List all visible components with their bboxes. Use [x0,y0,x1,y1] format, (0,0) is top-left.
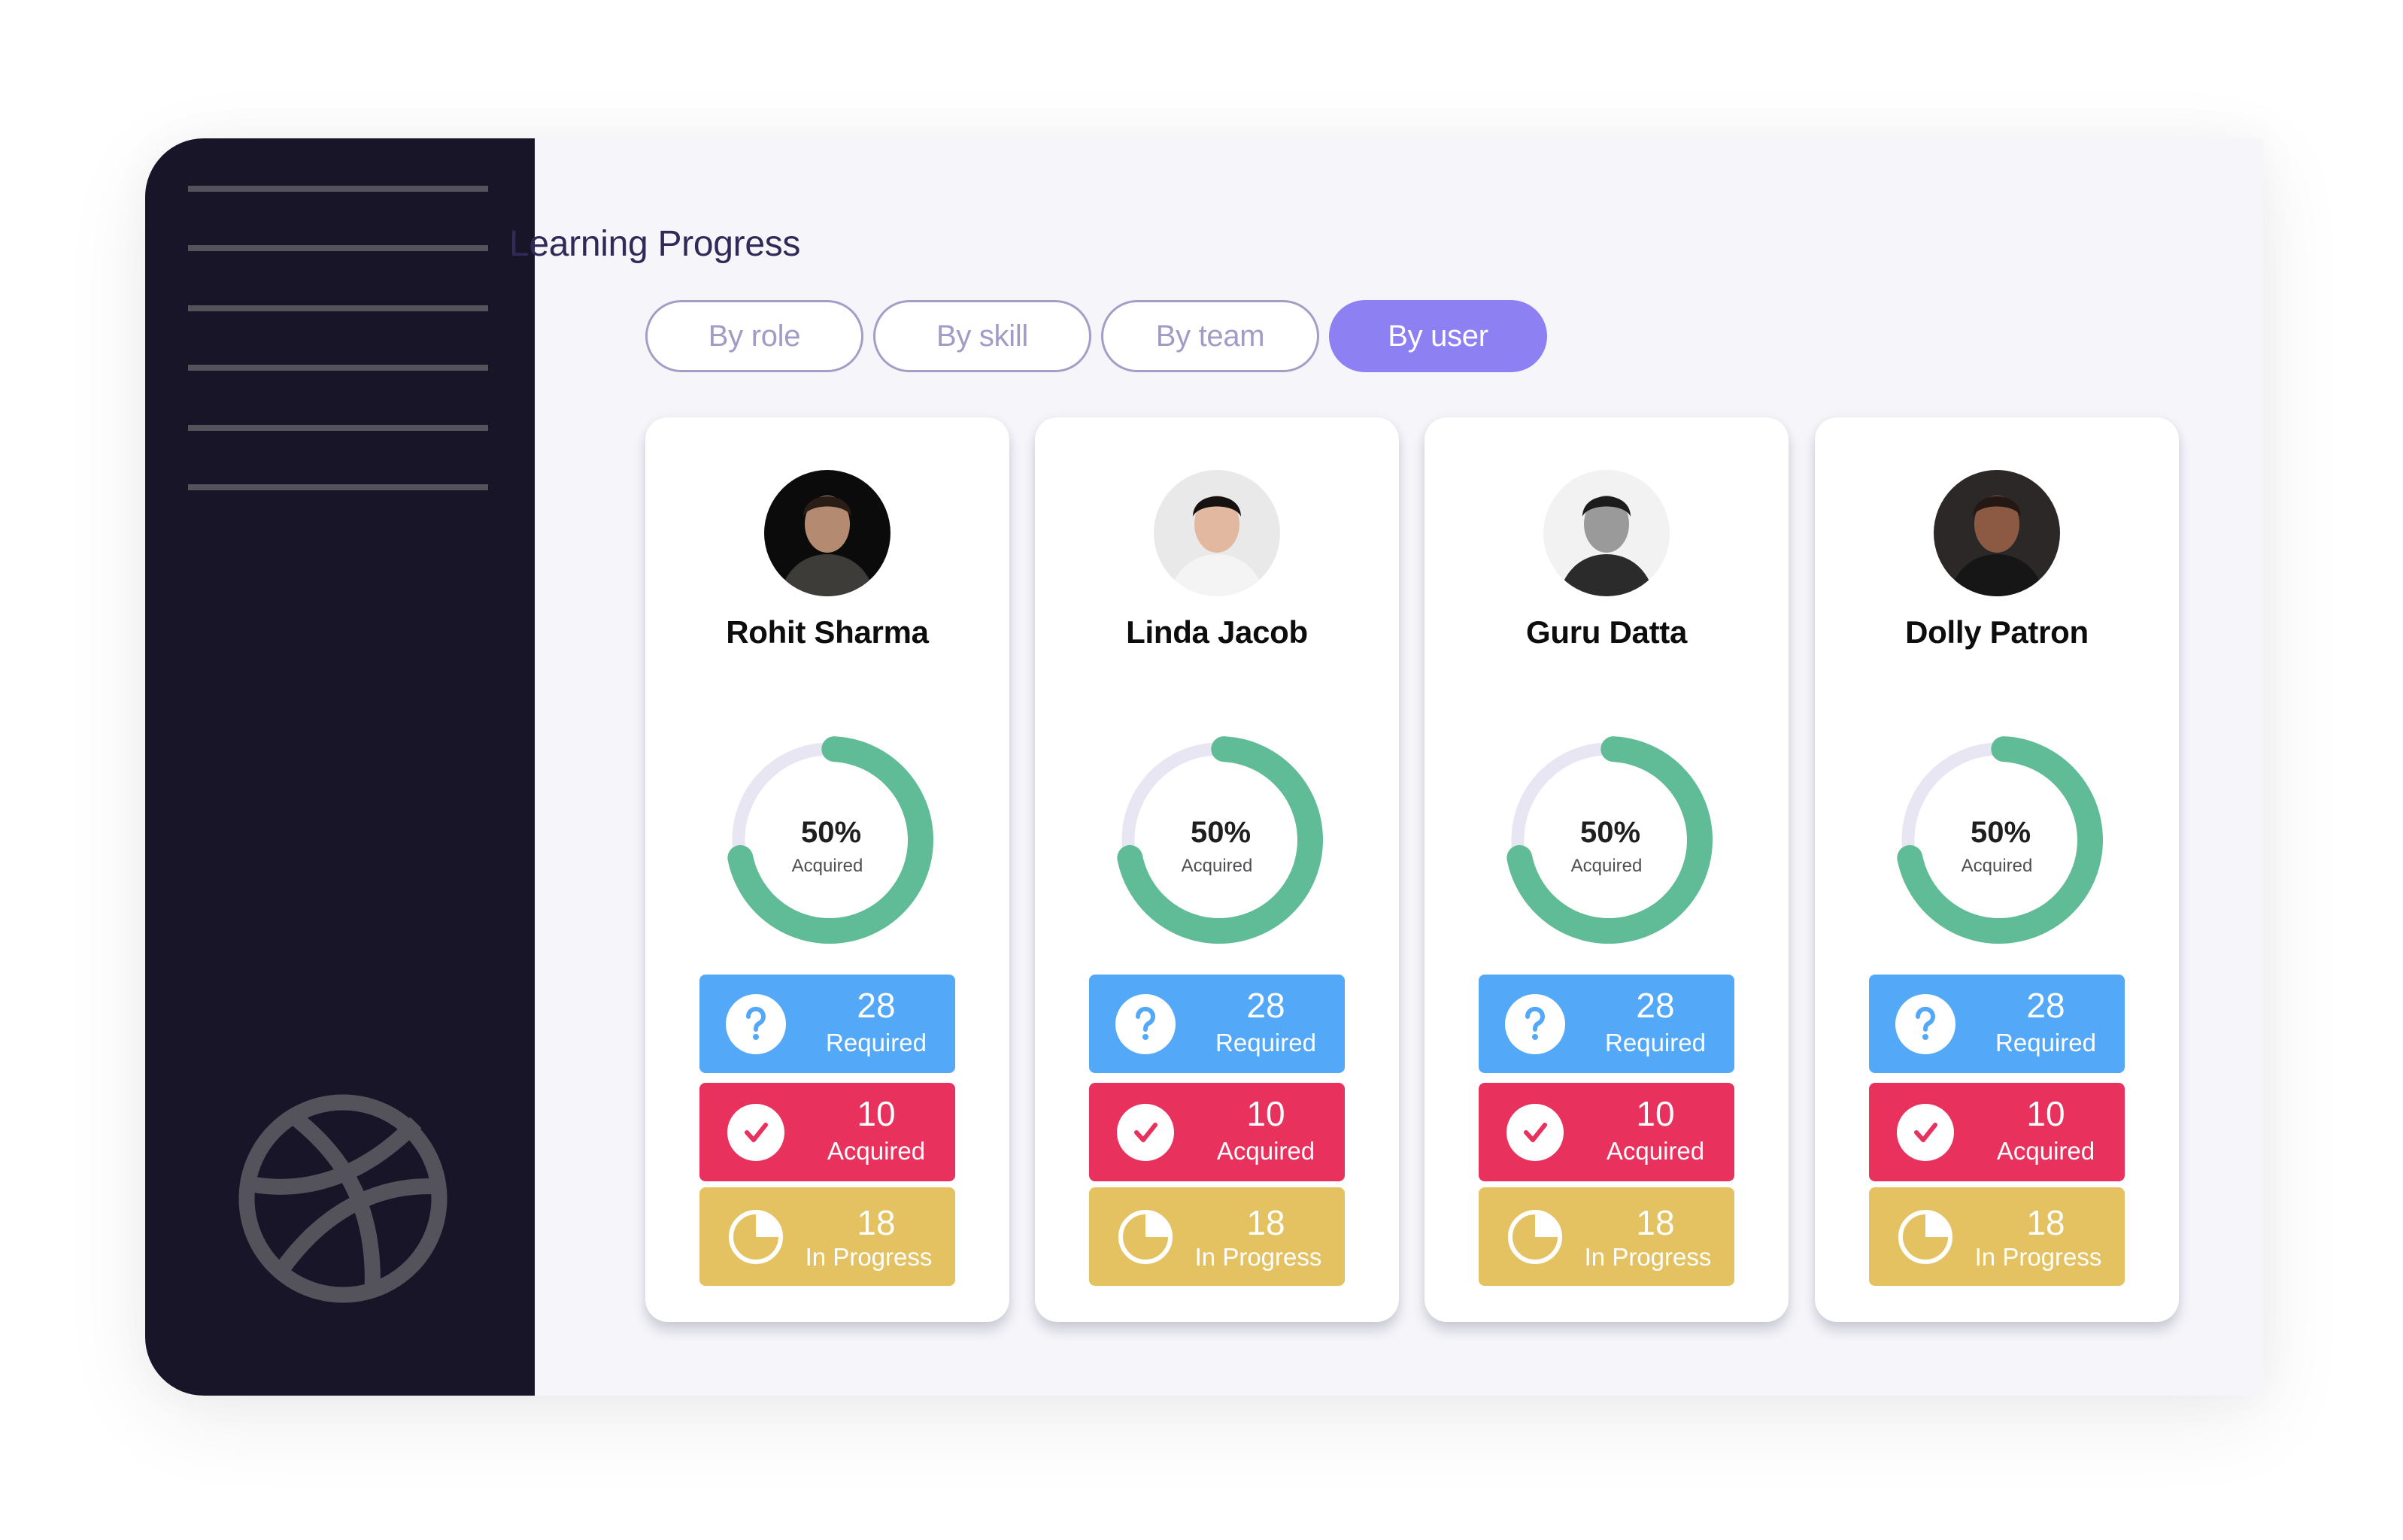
stat-in-progress[interactable]: 18 In Progress [1869,1187,2125,1286]
question-icon [1115,994,1176,1054]
stat-in-progress-label: In Progress [1584,1243,1712,1271]
progress-percent: 50% [1579,816,1641,849]
pie-clock-icon [1898,1210,1952,1264]
question-icon [726,994,786,1054]
avatar-image [1543,470,1670,596]
avatar [1543,470,1670,596]
user-card-1[interactable]: Rohit Sharma 50% Acquired 28 Required 10… [645,417,1009,1322]
stat-in-progress[interactable]: 18 In Progress [1479,1187,1734,1286]
sidebar-nav-item-6[interactable] [188,484,488,490]
stat-acquired[interactable]: 10 Acquired [1869,1083,2125,1181]
stat-required-value: 28 [2026,986,2065,1025]
stat-required[interactable]: 28 Required [1869,975,2125,1073]
stat-in-progress-label: In Progress [1194,1243,1322,1271]
check-icon [727,1104,784,1161]
avatar-image [1154,470,1280,596]
avatar-image [764,470,891,596]
stat-acquired-label: Acquired [827,1137,926,1165]
check-icon [1117,1104,1174,1161]
stat-in-progress-label: In Progress [805,1243,933,1271]
sidebar-nav-item-3[interactable] [188,305,488,311]
question-icon [1895,994,1955,1054]
pie-clock-icon [729,1210,783,1264]
stat-acquired-value: 10 [2026,1094,2065,1133]
progress-percent: 50% [1190,816,1252,849]
user-card-3[interactable]: Guru Datta 50% Acquired 28 Required 10 A… [1425,417,1789,1322]
stat-required-value: 28 [857,986,896,1025]
avatar [1934,470,2060,596]
stat-in-progress[interactable]: 18 In Progress [699,1187,955,1286]
stat-in-progress-value: 18 [857,1203,896,1242]
user-card-4[interactable]: Dolly Patron 50% Acquired 28 Required 10… [1815,417,2179,1322]
stat-in-progress[interactable]: 18 In Progress [1089,1187,1345,1286]
user-name: Rohit Sharma [726,614,929,650]
stat-required[interactable]: 28 Required [1089,975,1345,1073]
progress-caption: Acquired [1181,856,1253,876]
avatar [764,470,891,596]
pie-clock-icon [1118,1210,1173,1264]
user-card-2[interactable]: Linda Jacob 50% Acquired 28 Required 10 … [1035,417,1399,1322]
user-name: Linda Jacob [1126,614,1308,650]
stat-in-progress-value: 18 [2026,1203,2065,1242]
avatar-image [1934,470,2060,596]
stat-required-label: Required [1605,1029,1706,1056]
progress-caption: Acquired [1570,856,1643,876]
user-name: Guru Datta [1525,614,1687,650]
progress-percent: 50% [800,816,862,849]
sidebar-nav-item-4[interactable] [188,365,488,371]
stat-acquired[interactable]: 10 Acquired [1089,1083,1345,1181]
progress-caption: Acquired [1961,856,2033,876]
check-icon [1506,1104,1564,1161]
stat-acquired-label: Acquired [1606,1137,1705,1165]
stat-required-label: Required [1995,1029,2096,1056]
sidebar-nav-item-1[interactable] [188,186,488,192]
pie-clock-icon [1508,1210,1562,1264]
avatar [1154,470,1280,596]
sidebar-nav-item-5[interactable] [188,425,488,431]
stat-required-label: Required [826,1029,927,1056]
stat-acquired[interactable]: 10 Acquired [699,1083,955,1181]
user-name: Dolly Patron [1905,614,2089,650]
question-icon [1505,994,1565,1054]
stat-required-value: 28 [1636,986,1675,1025]
stat-in-progress-value: 18 [1246,1203,1285,1242]
progress-caption: Acquired [791,856,863,876]
page-title: Learning Progress [509,224,801,264]
filter-by-team[interactable]: By team [1101,300,1319,372]
sidebar-nav-item-2[interactable] [188,245,488,251]
filter-by-role[interactable]: By role [645,300,863,372]
stat-acquired-value: 10 [857,1094,896,1133]
sidebar [145,138,535,1396]
stat-required-label: Required [1215,1029,1316,1056]
dribbble-icon[interactable] [237,1093,449,1305]
stat-acquired-label: Acquired [1996,1137,2095,1165]
filter-by-skill[interactable]: By skill [873,300,1091,372]
filter-by-user[interactable]: By user [1329,300,1547,372]
stat-acquired[interactable]: 10 Acquired [1479,1083,1734,1181]
stat-acquired-value: 10 [1246,1094,1285,1133]
progress-percent: 50% [1970,816,2031,849]
stat-acquired-label: Acquired [1216,1137,1315,1165]
stat-acquired-value: 10 [1636,1094,1675,1133]
stat-required[interactable]: 28 Required [1479,975,1734,1073]
stat-in-progress-label: In Progress [1974,1243,2102,1271]
stat-required[interactable]: 28 Required [699,975,955,1073]
check-icon [1897,1104,1954,1161]
stat-required-value: 28 [1246,986,1285,1025]
stat-in-progress-value: 18 [1636,1203,1675,1242]
